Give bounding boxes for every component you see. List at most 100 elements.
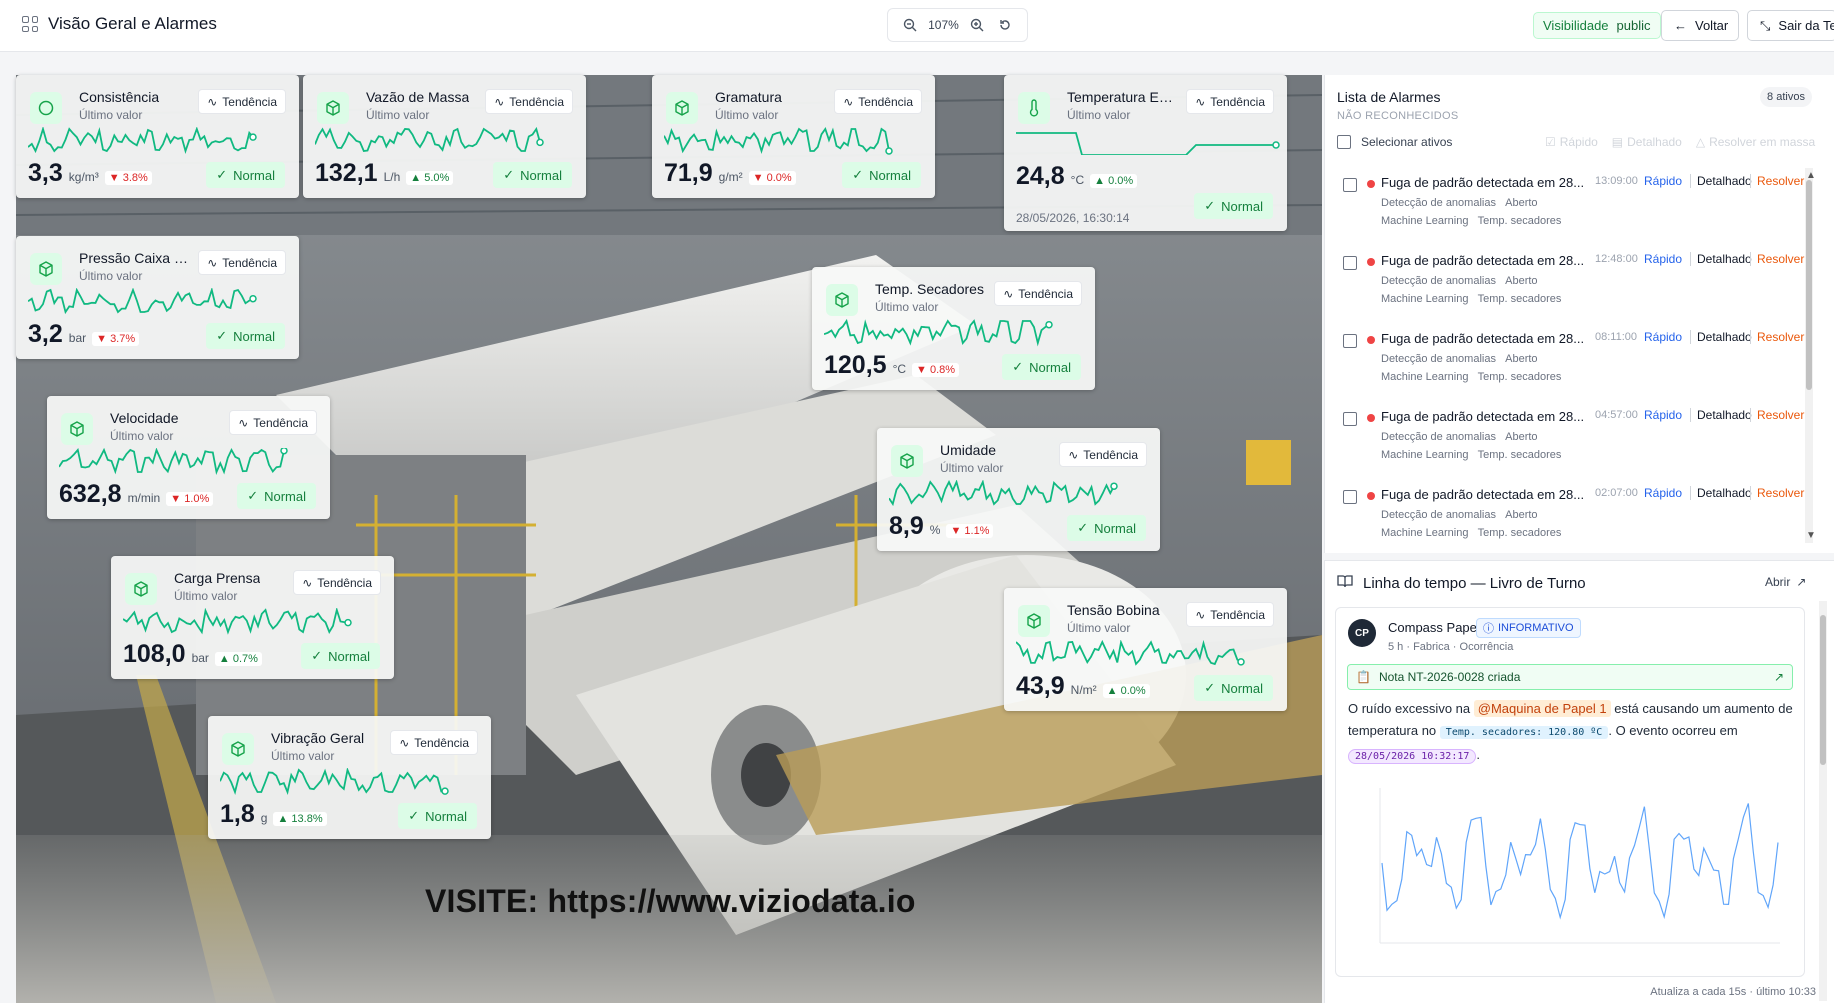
trend-button[interactable]: ∿ Tendência: [390, 730, 478, 755]
alarm-quick-link[interactable]: Rápido: [1644, 330, 1682, 344]
alarm-resolve-link[interactable]: Resolver: [1750, 408, 1804, 422]
reset-zoom-icon[interactable]: [995, 15, 1015, 35]
kpi-card[interactable]: Pressão Caixa E... Último valor ∿ Tendência…: [16, 236, 299, 359]
sparkline-series: [59, 448, 285, 476]
tag-value-chip[interactable]: Temp. secadores: 120.80 ºC: [1439, 726, 1609, 739]
scroll-up-icon[interactable]: ▲: [1806, 170, 1816, 181]
kpi-card[interactable]: Vibração Geral Último valor ∿ Tendência 1,8 g…: [208, 716, 491, 839]
kpi-card[interactable]: Gramatura Último valor ∿ Tendência 71,9 g/m² ▼…: [652, 75, 935, 198]
kpi-value: 71,9: [664, 159, 713, 187]
kpi-card[interactable]: Temp. Secadores Último valor ∿ Tendência 120…: [812, 267, 1095, 390]
alarm-checkbox[interactable]: [1343, 412, 1357, 426]
trend-button[interactable]: ∿ Tendência: [994, 281, 1082, 306]
timestamp-chip[interactable]: 28/05/2026 10:32:17: [1348, 749, 1477, 764]
alarm-detailed-link[interactable]: Detalhado: [1690, 408, 1752, 422]
alarm-quick-link[interactable]: Rápido: [1644, 252, 1682, 266]
alarm-detailed-link[interactable]: Detalhado: [1690, 174, 1752, 188]
kpi-sparkline: [1016, 640, 1245, 666]
status-badge: ✓ Normal: [1194, 675, 1273, 701]
zoom-out-icon[interactable]: [900, 15, 920, 35]
kpi-change-value: 0.7%: [232, 653, 258, 665]
kpi-change-value: 13.8%: [291, 813, 323, 825]
machine-mention[interactable]: @Maquina de Papel 1: [1473, 700, 1611, 717]
kpi-card[interactable]: Velocidade Último valor ∿ Tendência 632,8 m/m…: [47, 396, 330, 519]
bulk-quick-button[interactable]: ☑ Rápido: [1545, 135, 1598, 149]
zoom-in-icon[interactable]: [967, 15, 987, 35]
select-active-checkbox[interactable]: [1337, 135, 1351, 149]
alarm-checkbox[interactable]: [1343, 178, 1357, 192]
kpi-card[interactable]: Carga Prensa Último valor ∿ Tendência 108,0 b…: [111, 556, 394, 679]
alarm-resolve-link[interactable]: Resolver: [1750, 252, 1804, 266]
sparkline-series: [315, 127, 541, 152]
alarm-scrollbar-thumb[interactable]: [1806, 180, 1812, 390]
timeline-scrollbar-thumb[interactable]: [1820, 615, 1826, 765]
trend-button[interactable]: ∿ Tendência: [198, 250, 286, 275]
alarm-quick-link[interactable]: Rápido: [1644, 174, 1682, 188]
visibility-badge[interactable]: Visibilidade public: [1533, 12, 1661, 39]
trend-button[interactable]: ∿ Tendência: [198, 89, 286, 114]
alarm-checkbox[interactable]: [1343, 490, 1357, 504]
status-label: Normal: [328, 648, 370, 664]
back-button[interactable]: ← Voltar: [1661, 10, 1739, 41]
minimize-icon: ⤡: [1760, 17, 1771, 33]
kpi-card[interactable]: Tensão Bobina Último valor ∿ Tendência 43,9 N…: [1004, 588, 1287, 711]
kpi-name: Gramatura: [715, 89, 782, 105]
trend-button[interactable]: ∿ Tendência: [293, 570, 381, 595]
open-timeline-link[interactable]: Abrir ↗: [1765, 575, 1806, 589]
timeline-scrollbar[interactable]: [1819, 601, 1827, 1001]
kpi-name: Pressão Caixa E...: [79, 250, 191, 266]
alarm-item[interactable]: Fuga de padrão detectada em 28... Detecçã…: [1325, 165, 1819, 243]
alarm-source-line: Machine Learning Temp. secadores: [1381, 371, 1561, 383]
alarm-item[interactable]: Fuga de padrão detectada em 28... Detecçã…: [1325, 243, 1819, 321]
trend-button[interactable]: ∿ Tendência: [229, 410, 317, 435]
alarm-item[interactable]: Fuga de padrão detectada em 28... Detecçã…: [1325, 321, 1819, 399]
alarm-time: 08:11:00: [1595, 331, 1638, 343]
alarm-resolve-link[interactable]: Resolver: [1750, 486, 1804, 500]
alarm-state: Aberto: [1505, 509, 1538, 521]
alarm-item[interactable]: Fuga de padrão detectada em 28... Detecçã…: [1325, 477, 1819, 551]
post-author[interactable]: Compass Paper: [1388, 620, 1481, 635]
alarm-title[interactable]: Fuga de padrão detectada em 28...: [1381, 487, 1586, 502]
kpi-card[interactable]: Umidade Último valor ∿ Tendência 8,9% ▼ 1.1% ✓…: [877, 428, 1160, 551]
alarm-title[interactable]: Fuga de padrão detectada em 28...: [1381, 331, 1586, 346]
kpi-subtitle: Último valor: [79, 108, 143, 122]
scroll-down-icon[interactable]: ▼: [1806, 530, 1816, 541]
select-active-label: Selecionar ativos: [1361, 135, 1453, 149]
note-link[interactable]: 📋 Nota NT-2026-0028 criada ↗: [1347, 664, 1793, 690]
kpi-sparkline: [220, 768, 449, 795]
alarm-detailed-link[interactable]: Detalhado: [1690, 330, 1752, 344]
kpi-card[interactable]: Consistência Último valor ∿ Tendência 3,3 kg/…: [16, 75, 299, 198]
exit-button[interactable]: ⤡ Sair da Te: [1747, 10, 1834, 41]
alarm-detailed-link[interactable]: Detalhado: [1690, 486, 1752, 500]
select-active-row[interactable]: Selecionar ativos: [1337, 135, 1452, 149]
kpi-sparkline: [664, 127, 893, 155]
bulk-detailed-button[interactable]: ▤ Detalhado: [1612, 135, 1682, 149]
alarm-quick-link[interactable]: Rápido: [1644, 408, 1682, 422]
bulk-resolve-button[interactable]: △ Resolver em massa: [1696, 135, 1815, 149]
trend-button[interactable]: ∿ Tendência: [1059, 442, 1147, 467]
alarm-checkbox[interactable]: [1343, 256, 1357, 270]
kpi-card[interactable]: Vazão de Massa Último valor ∿ Tendência 132,…: [303, 75, 586, 198]
alarm-item[interactable]: Fuga de padrão detectada em 28... Detecçã…: [1325, 399, 1819, 477]
trend-button[interactable]: ∿ Tendência: [1186, 89, 1274, 114]
kpi-subtitle: Último valor: [715, 108, 779, 122]
alarm-title[interactable]: Fuga de padrão detectada em 28...: [1381, 409, 1586, 424]
alarm-checkbox[interactable]: [1343, 334, 1357, 348]
check-circle-icon: ✓: [247, 488, 259, 503]
sparkline-last-point: [885, 147, 893, 155]
alarm-quick-link[interactable]: Rápido: [1644, 486, 1682, 500]
alarm-scrollbar[interactable]: [1805, 168, 1813, 543]
trend-button[interactable]: ∿ Tendência: [1186, 602, 1274, 627]
trend-button[interactable]: ∿ Tendência: [485, 89, 573, 114]
alarm-title[interactable]: Fuga de padrão detectada em 28...: [1381, 253, 1586, 268]
trend-button[interactable]: ∿ Tendência: [834, 89, 922, 114]
alarm-title[interactable]: Fuga de padrão detectada em 28...: [1381, 175, 1586, 190]
kpi-card[interactable]: Temperatura Externa Último valor ∿ Tendênci…: [1004, 75, 1287, 231]
kpi-value: 3,2: [28, 320, 63, 348]
alarm-resolve-link[interactable]: Resolver: [1750, 330, 1804, 344]
kpi-unit: N/m²: [1070, 683, 1097, 697]
kpi-subtitle: Último valor: [366, 108, 430, 122]
kpi-change-value: 5.0%: [424, 172, 450, 184]
alarm-detailed-link[interactable]: Detalhado: [1690, 252, 1752, 266]
alarm-resolve-link[interactable]: Resolver: [1750, 174, 1804, 188]
